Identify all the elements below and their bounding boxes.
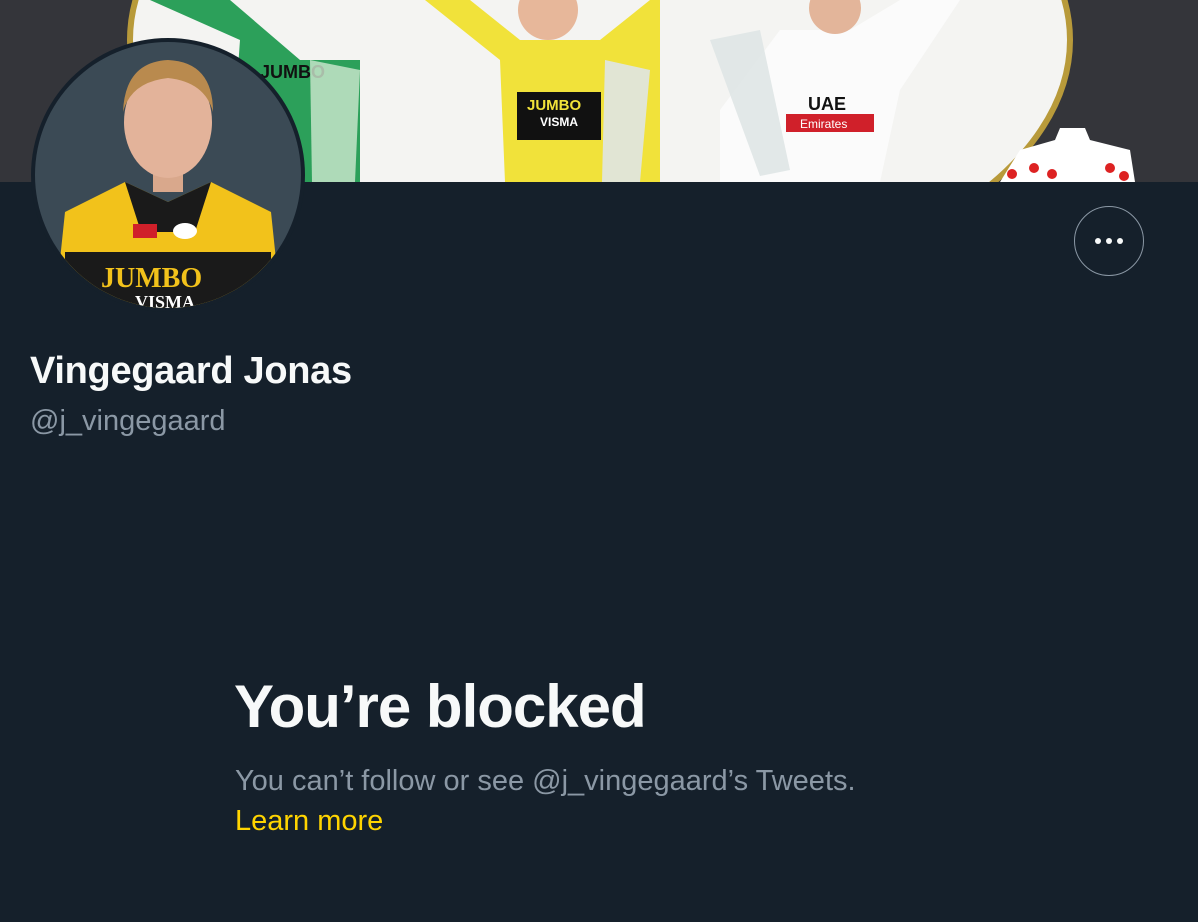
learn-more-link[interactable]: Learn more (235, 805, 383, 838)
more-horizontal-icon (1117, 238, 1123, 244)
svg-text:VISMA: VISMA (135, 292, 195, 308)
blocked-title: You’re blocked (234, 673, 647, 740)
blocked-description: You can’t follow or see @j_vingegaard’s … (235, 765, 856, 797)
more-options-button[interactable] (1074, 206, 1144, 276)
avatar-image: JUMBO VISMA (35, 42, 301, 308)
svg-text:Emirates: Emirates (800, 117, 847, 131)
svg-text:JUMBO: JUMBO (527, 97, 582, 114)
profile-avatar[interactable]: JUMBO VISMA (31, 38, 305, 312)
more-horizontal-icon (1106, 238, 1112, 244)
profile-handle: @j_vingegaard (30, 405, 226, 437)
svg-text:UAE: UAE (808, 94, 846, 114)
svg-text:VISMA: VISMA (540, 115, 578, 129)
more-horizontal-icon (1095, 238, 1101, 244)
svg-text:JUMBO: JUMBO (101, 263, 202, 294)
profile-display-name: Vingegaard Jonas (30, 350, 352, 392)
